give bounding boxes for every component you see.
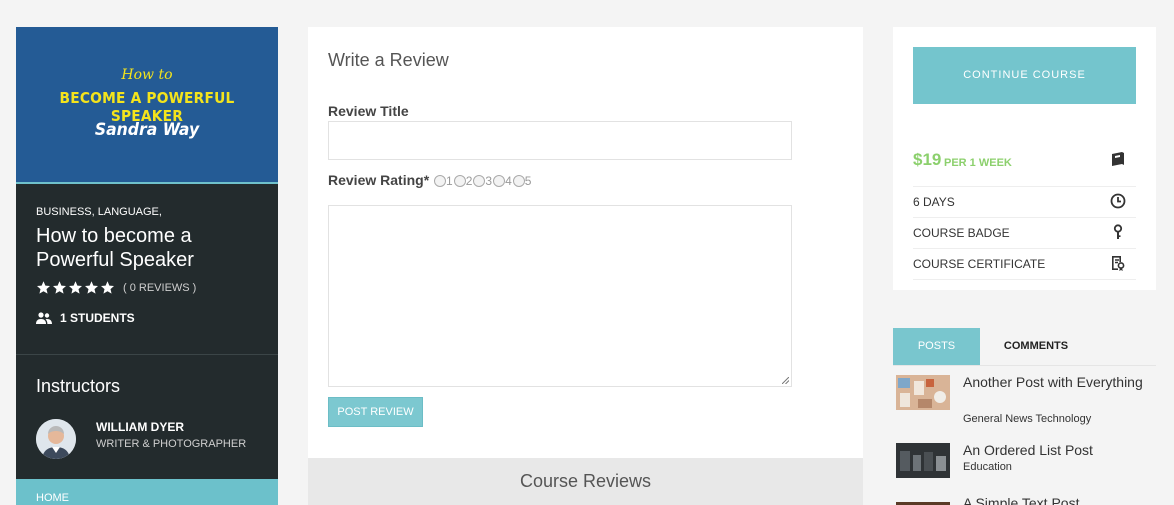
course-certificate: COURSE CERTIFICATE [913,257,1046,271]
instructor-name[interactable]: WILLIAM DYER [96,420,184,434]
course-price: $19 [913,150,942,169]
post-title[interactable]: Another Post with Everything [963,372,1153,392]
star-icon [84,280,99,295]
rating-option-label: 3 [485,174,493,188]
course-categories[interactable]: BUSINESS, LANGUAGE, [36,206,258,218]
course-rating: ( 0 REVIEWS ) [36,280,258,295]
rating-option-label: 1 [446,174,453,188]
rating-option-label: 4 [505,174,512,188]
post-title[interactable]: A Simple Text Post [963,493,1153,505]
course-reviews-heading: Course Reviews [519,471,652,491]
nav-home-label: HOME [36,492,69,504]
course-cover-image: How to BECOME A POWERFUL SPEAKER Sandra … [16,27,278,184]
review-title-label: Review Title [328,103,409,119]
post-thumbnail[interactable] [896,497,950,505]
course-title: How to become a Powerful Speaker [36,225,194,271]
post-category[interactable]: Education [963,461,1012,473]
review-body-textarea[interactable] [328,205,792,387]
review-form: Write a Review Review Title Review Ratin… [308,27,863,458]
students-count: 1 STUDENTS [36,311,258,325]
reviews-count: ( 0 REVIEWS ) [123,281,197,294]
review-form-heading: Write a Review [328,50,449,70]
rating-radio-3[interactable] [473,175,486,187]
tab-comments[interactable]: COMMENTS [980,328,1092,365]
instructors-heading: Instructors [36,376,121,396]
instructor-role: WRITER & PHOTOGRAPHER [96,438,247,450]
course-info: BUSINESS, LANGUAGE, How to become a Powe… [16,184,278,325]
divider [16,354,278,355]
students-label: 1 STUDENTS [60,311,135,325]
course-duration: 6 DAYS [913,195,955,209]
divider [913,186,1136,187]
tab-posts[interactable]: POSTS [893,328,980,365]
cover-line-1: How to [121,67,173,83]
course-purchase-card: CONTINUE COURSE $19 PER 1 WEEK 6 DAYS CO… [893,27,1156,290]
review-rating-radios: 1 2 3 4 5 [434,174,532,188]
continue-course-button[interactable]: CONTINUE COURSE [913,47,1136,104]
star-icon [68,280,83,295]
avatar[interactable] [36,419,76,459]
clock-icon [1110,193,1126,209]
rating-option-label: 2 [465,174,473,188]
certificate-icon [1112,256,1125,271]
users-icon [36,312,52,324]
rating-option-label: 5 [524,174,532,188]
book-icon [1112,152,1124,166]
post-thumbnail[interactable] [896,443,950,478]
divider [913,279,1136,280]
divider [913,248,1136,249]
review-rating-label: Review Rating* [328,172,430,188]
divider [913,217,1136,218]
post-title[interactable]: An Ordered List Post [963,440,1153,460]
post-review-button[interactable]: POST REVIEW [328,397,423,427]
nav-home[interactable]: HOME [16,479,278,505]
rating-radio-1[interactable] [434,175,446,187]
divider [893,365,1156,366]
review-title-input[interactable] [328,121,792,160]
rating-radio-4[interactable] [493,175,506,187]
post-thumbnail[interactable] [896,375,950,410]
course-reviews-header: Course Reviews [308,458,863,505]
post-category[interactable]: General News Technology [963,413,1091,425]
course-sidebar: How to BECOME A POWERFUL SPEAKER Sandra … [16,27,278,505]
cover-author: Sandra Way [94,120,200,140]
star-icon [100,280,115,295]
star-icon [36,280,51,295]
badge-icon [1113,224,1123,239]
resize-handle-icon[interactable] [782,377,789,384]
rating-radio-2[interactable] [453,175,466,187]
star-icon [52,280,67,295]
rating-radio-5[interactable] [512,175,525,187]
course-badge: COURSE BADGE [913,226,1010,240]
course-price-period: PER 1 WEEK [944,157,1012,169]
